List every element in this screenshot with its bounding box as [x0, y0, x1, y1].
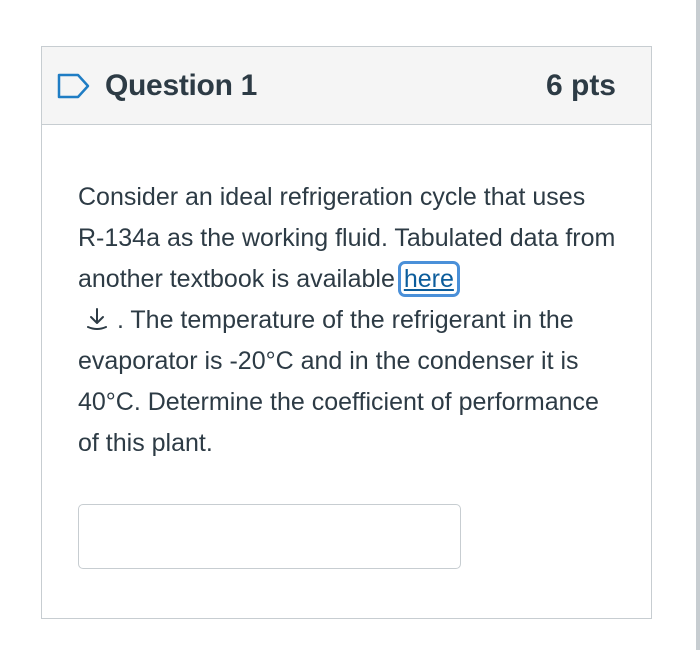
question-header-left: Question 1	[56, 69, 257, 103]
question-card: Question 1 6 pts Consider an ideal refri…	[41, 46, 652, 619]
question-body: Consider an ideal refrigeration cycle th…	[42, 125, 651, 464]
data-link-here[interactable]: here	[397, 261, 460, 297]
question-header: Question 1 6 pts	[42, 47, 651, 125]
question-text: Consider an ideal refrigeration cycle th…	[78, 177, 618, 464]
flag-question-icon[interactable]	[56, 72, 91, 100]
question-text-before-link: Consider an ideal refrigeration cycle th…	[78, 183, 616, 293]
page-edge-divider	[696, 0, 700, 650]
question-text-after-link: . The temperature of the refrigerant in …	[78, 306, 599, 457]
download-arrow-icon-svg	[87, 308, 107, 330]
download-icon[interactable]	[84, 304, 110, 330]
flag-outline-icon-svg	[57, 73, 90, 98]
answer-input[interactable]	[78, 504, 461, 569]
question-title: Question 1	[105, 68, 258, 102]
question-points: 6 pts	[545, 68, 616, 102]
